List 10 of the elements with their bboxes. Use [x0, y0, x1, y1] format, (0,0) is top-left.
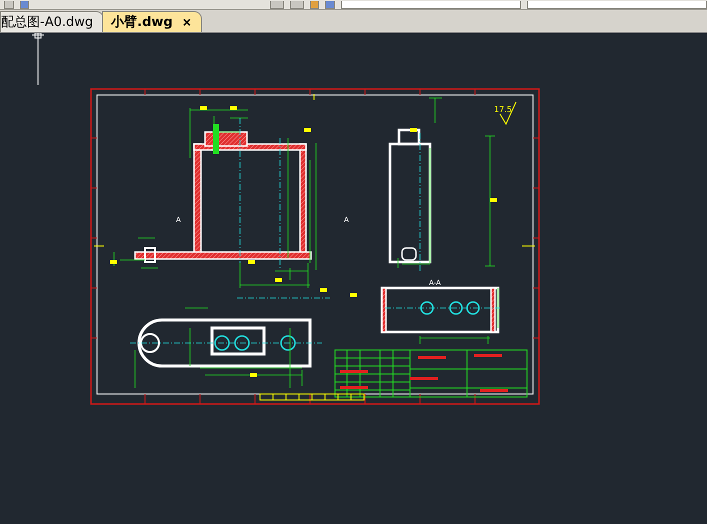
file-tab[interactable]: 小臂.dwg ×: [102, 11, 202, 32]
file-tab[interactable]: 配总图-A0.dwg: [0, 11, 104, 32]
toolbar-icon[interactable]: [270, 1, 284, 9]
toolbar-icon[interactable]: [310, 1, 320, 9]
roughness-value: 17.5: [494, 105, 512, 114]
close-button[interactable]: ×: [182, 15, 191, 29]
layer-dropdown[interactable]: [341, 1, 521, 9]
linetype-dropdown[interactable]: [527, 1, 707, 9]
toolbar-icon[interactable]: [325, 1, 336, 9]
toolbar-icon[interactable]: [290, 1, 304, 9]
